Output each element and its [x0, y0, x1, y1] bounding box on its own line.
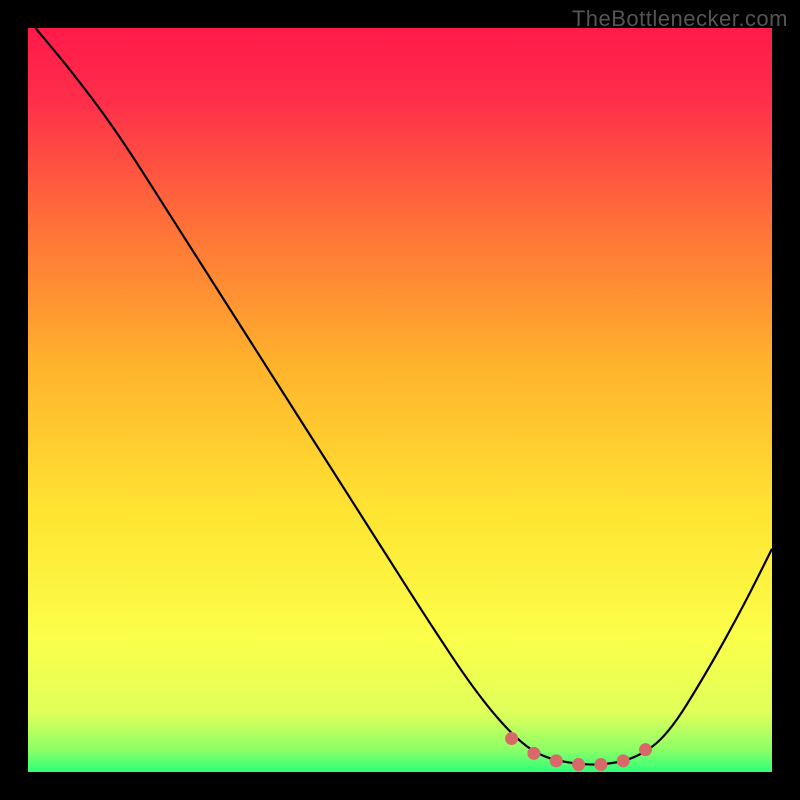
curve-markers: [505, 732, 652, 771]
marker-point: [572, 758, 585, 771]
curve-overlay: [28, 28, 772, 772]
marker-point: [594, 758, 607, 771]
watermark-text: TheBottlenecker.com: [572, 6, 788, 32]
chart-container: TheBottlenecker.com: [0, 0, 800, 800]
marker-point: [505, 732, 518, 745]
marker-point: [527, 747, 540, 760]
plot-area: [28, 28, 772, 772]
marker-point: [617, 754, 630, 767]
bottleneck-curve: [35, 28, 772, 765]
marker-point: [639, 743, 652, 756]
marker-point: [550, 754, 563, 767]
